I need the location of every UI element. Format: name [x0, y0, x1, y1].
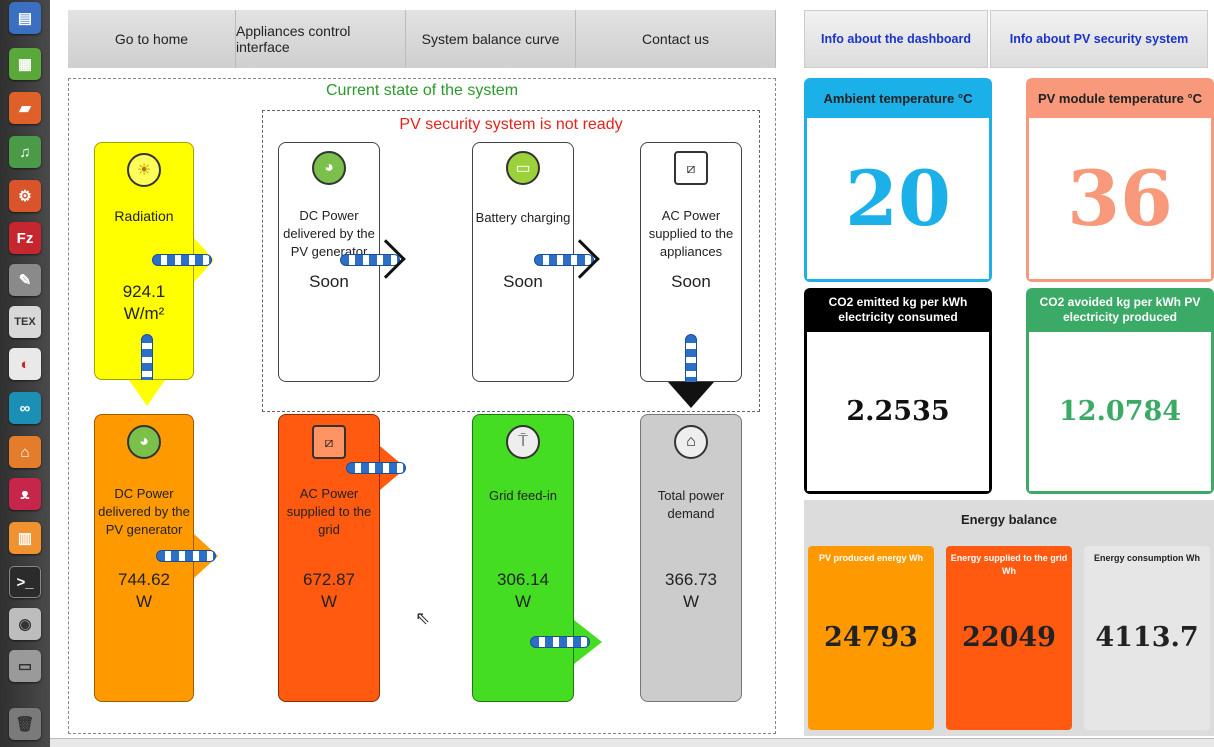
battery-label: Battery charging: [475, 210, 571, 225]
ac-grid-value: 672.87: [303, 570, 355, 589]
grid-feed-label: Grid feed-in: [489, 488, 557, 503]
horizontal-scrollbar[interactable]: [50, 738, 1214, 747]
dc-power-value: 744.62: [118, 570, 170, 589]
total-demand-value: 366.73: [665, 570, 717, 589]
consumption-energy-label: Energy consumption Wh: [1093, 553, 1200, 563]
ac-grid-card: ⧄ AC Power supplied to the grid 672.87 W: [278, 414, 380, 702]
radiation-value: 924.1: [122, 282, 166, 301]
nav-home[interactable]: Go to home: [68, 10, 236, 68]
trash-icon[interactable]: 🗑: [9, 708, 41, 740]
text-editor-icon[interactable]: ✎: [9, 264, 41, 296]
ac-grid-unit: W: [320, 592, 338, 611]
produced-energy-tile: PV produced energy Wh 24793: [808, 546, 934, 730]
supplied-energy-label: Energy supplied to the grid Wh: [950, 553, 1068, 576]
co2-avoided-value: 12.0784: [1029, 332, 1211, 491]
launcher-bar: ▤ ▦ ▰ ♫ ⚙ Fz ✎ TEX ◐ ∞ ⌂ ᴥ ▥ >_ ◉ ▭ 🗑: [0, 0, 50, 747]
produced-energy-value: 24793: [824, 622, 918, 653]
mouse-cursor-icon: ⇖: [415, 608, 431, 628]
battery-icon: ▭: [506, 151, 540, 185]
ac-grid-label: AC Power supplied to the grid: [286, 486, 372, 537]
radiation-down-arrow: [129, 380, 165, 406]
package-icon[interactable]: ▥: [9, 522, 41, 554]
dc-top-value: Soon: [309, 272, 349, 291]
ambient-temp-value: 20: [807, 118, 989, 279]
presentation-icon[interactable]: ▰: [9, 92, 41, 124]
ambient-temp-tile: Ambient temperature °C 20: [804, 78, 992, 282]
nav-appliances[interactable]: Appliances control interface: [236, 10, 406, 68]
consumption-energy-value: 4113.7: [1095, 622, 1199, 653]
grid-feed-unit: W: [514, 592, 532, 611]
network-icon[interactable]: ᴥ: [9, 478, 41, 510]
total-demand-card: ⌂ Total power demand 366.73 W: [640, 414, 742, 702]
dc-power-unit: W: [135, 592, 153, 611]
flow-pipe: [530, 636, 590, 648]
inverter-icon: ⧄: [312, 425, 346, 459]
dc-power-label: DC Power delivered by the PV generator: [98, 486, 190, 537]
supplied-energy-value: 22049: [962, 622, 1056, 653]
dc-top-label: DC Power delivered by the PV generator: [283, 208, 375, 259]
info-dashboard-button[interactable]: Info about the dashboard: [804, 10, 988, 68]
ambient-temp-label: Ambient temperature °C: [823, 90, 973, 106]
co2-avoided-tile: CO2 avoided kg per kWh PV electricity pr…: [1026, 288, 1214, 494]
module-temp-tile: PV module temperature °C 36: [1026, 78, 1214, 282]
home-folder-icon[interactable]: ⌂: [9, 436, 41, 468]
security-status: PV security system is not ready: [399, 116, 623, 133]
sun-icon: ☀: [127, 153, 161, 187]
grid-feed-card: ⍑ Grid feed-in 306.14 W: [472, 414, 574, 702]
pv-panel-icon: ◕: [127, 425, 161, 459]
flow-pipe: [346, 462, 406, 474]
flow-pipe: [156, 550, 216, 562]
ac-down-arrow: [668, 382, 714, 408]
tex-icon[interactable]: TEX: [9, 306, 41, 338]
consumption-energy-tile: Energy consumption Wh 4113.7: [1084, 546, 1210, 730]
radiation-label: Radiation: [114, 208, 174, 224]
radiation-unit: W/m²: [123, 304, 165, 323]
module-temp-value: 36: [1029, 118, 1211, 279]
camera-icon[interactable]: ◉: [9, 608, 41, 640]
panel-title: Current state of the system: [325, 82, 519, 99]
grid-tower-icon: ⍑: [506, 425, 540, 459]
settings-gear-icon[interactable]: ⚙: [9, 180, 41, 212]
workspace-icon[interactable]: ▭: [9, 650, 41, 682]
co2-emitted-value: 2.2535: [807, 332, 989, 491]
energy-balance-title: Energy balance: [960, 512, 1058, 527]
flow-pipe: [152, 254, 212, 266]
produced-energy-label: PV produced energy Wh: [818, 553, 923, 563]
spreadsheet-icon[interactable]: ▦: [9, 48, 41, 80]
co2-emitted-label: CO2 emitted kg per kWh electricity consu…: [828, 295, 968, 324]
total-demand-unit: W: [682, 592, 700, 611]
files-icon[interactable]: ▤: [9, 2, 41, 34]
info-security-button[interactable]: Info about PV security system: [990, 10, 1208, 68]
terminal-icon[interactable]: >_: [9, 566, 41, 598]
nav-balance-curve[interactable]: System balance curve: [406, 10, 576, 68]
filezilla-icon[interactable]: Fz: [9, 222, 41, 254]
co2-avoided-label: CO2 avoided kg per kWh PV electricity pr…: [1039, 295, 1201, 324]
inverter-icon: ⧄: [674, 151, 708, 185]
music-icon[interactable]: ♫: [9, 136, 41, 168]
arduino-icon[interactable]: ∞: [9, 392, 41, 424]
grid-feed-value: 306.14: [497, 570, 549, 589]
ac-top-value: Soon: [671, 272, 711, 291]
total-demand-label: Total power demand: [657, 488, 725, 521]
pv-panel-icon: ◕: [312, 151, 346, 185]
battery-value: Soon: [503, 272, 543, 291]
app-icon[interactable]: ◐: [9, 348, 41, 380]
nav-contact[interactable]: Contact us: [576, 10, 776, 68]
co2-emitted-tile: CO2 emitted kg per kWh electricity consu…: [804, 288, 992, 494]
home-icon: ⌂: [674, 425, 708, 459]
module-temp-label: PV module temperature °C: [1037, 90, 1203, 106]
supplied-energy-tile: Energy supplied to the grid Wh 22049: [946, 546, 1072, 730]
ac-top-label: AC Power supplied to the appliances: [648, 208, 734, 259]
